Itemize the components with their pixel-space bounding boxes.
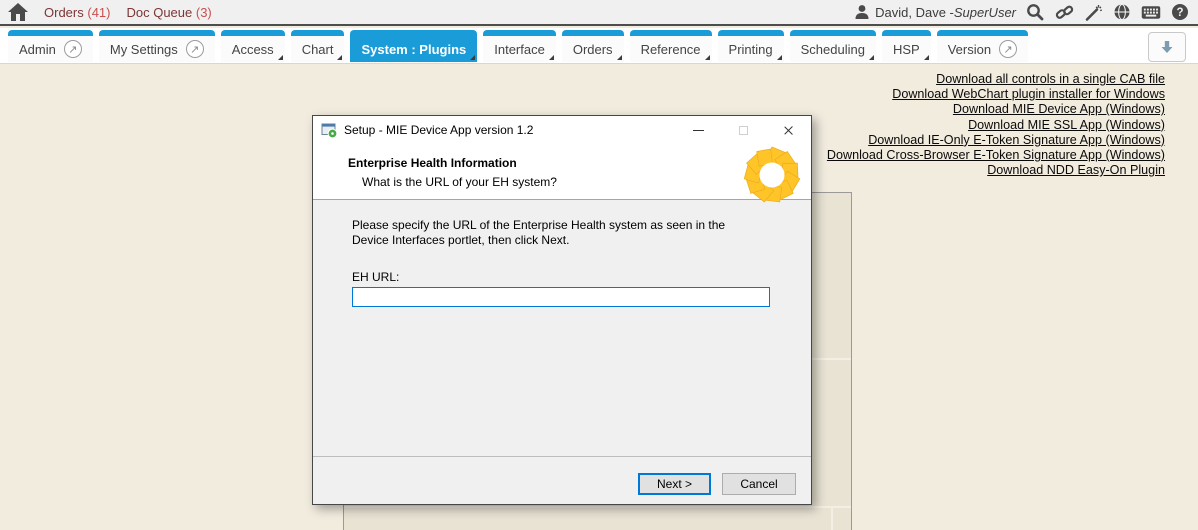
installer-icon (321, 122, 338, 139)
nav-doc-queue[interactable]: Doc Queue (3) (126, 5, 211, 20)
download-link[interactable]: Download MIE SSL App (Windows) (827, 118, 1165, 133)
tab-label: Orders (573, 42, 613, 57)
tab-label: Printing (729, 42, 773, 57)
dropdown-caret-icon (617, 55, 622, 60)
tab-admin[interactable]: Admin (8, 30, 93, 62)
open-new-window-icon (999, 40, 1017, 58)
dropdown-caret-icon (470, 55, 475, 60)
download-link[interactable]: Download WebChart plugin installer for W… (827, 87, 1165, 102)
page: Orders (41) Doc Queue (3) David, Dave - … (0, 0, 1198, 530)
search-icon[interactable] (1025, 2, 1045, 22)
tab-label: Interface (494, 42, 545, 57)
user-icon (854, 4, 870, 20)
portlet-divider (344, 506, 851, 508)
tab-label: Version (948, 42, 991, 57)
download-link[interactable]: Download NDD Easy-On Plugin (827, 163, 1165, 178)
tab-label: Scheduling (801, 42, 865, 57)
svg-text:?: ? (1176, 7, 1183, 19)
tab-hsp[interactable]: HSP (882, 30, 931, 62)
tab-access[interactable]: Access (221, 30, 285, 62)
dropdown-caret-icon (777, 55, 782, 60)
down-arrow-icon (1159, 39, 1175, 55)
top-bar-right: David, Dave - SuperUser (854, 0, 1190, 24)
nav-orders-label: Orders (44, 5, 84, 20)
tab-label: System : Plugins (361, 42, 466, 57)
portlet-divider (831, 508, 833, 530)
window-controls (676, 116, 811, 144)
download-links: Download all controls in a single CAB fi… (827, 72, 1165, 178)
minimize-icon (693, 130, 704, 131)
top-bar: Orders (41) Doc Queue (3) David, Dave - … (0, 0, 1198, 26)
setup-dialog: Setup - MIE Device App version 1.2 Enter… (312, 115, 812, 505)
tab-printing[interactable]: Printing (718, 30, 784, 62)
download-panel-button[interactable] (1148, 32, 1186, 62)
tab-scheduling[interactable]: Scheduling (790, 30, 876, 62)
download-link[interactable]: Download MIE Device App (Windows) (827, 102, 1165, 117)
dropdown-caret-icon (337, 55, 342, 60)
download-link[interactable]: Download all controls in a single CAB fi… (827, 72, 1165, 87)
download-link[interactable]: Download Cross-Browser E-Token Signature… (827, 148, 1165, 163)
cancel-button[interactable]: Cancel (722, 473, 796, 495)
dialog-body: Please specify the URL of the Enterprise… (313, 200, 811, 456)
help-icon[interactable]: ? (1170, 2, 1190, 22)
tab-chart[interactable]: Chart (291, 30, 345, 62)
dropdown-caret-icon (869, 55, 874, 60)
dropdown-caret-icon (549, 55, 554, 60)
nav-orders-count: (41) (87, 5, 110, 20)
dropdown-caret-icon (924, 55, 929, 60)
dialog-title: Setup - MIE Device App version 1.2 (344, 123, 533, 137)
user-role: SuperUser (954, 5, 1016, 20)
close-icon (783, 125, 794, 136)
wand-icon[interactable] (1083, 2, 1103, 22)
eh-url-label: EH URL: (352, 270, 811, 284)
minimize-button[interactable] (676, 116, 721, 144)
tab-label: My Settings (110, 42, 178, 57)
nav-orders[interactable]: Orders (41) (44, 5, 110, 20)
tab-label: Access (232, 42, 274, 57)
tab-orders[interactable]: Orders (562, 30, 624, 62)
home-icon[interactable] (8, 3, 28, 21)
user-menu[interactable]: David, Dave - SuperUser (854, 4, 1016, 20)
tab-reference[interactable]: Reference (630, 30, 712, 62)
tab-label: Chart (302, 42, 334, 57)
download-link[interactable]: Download IE-Only E-Token Signature App (… (827, 133, 1165, 148)
tab-version[interactable]: Version (937, 30, 1028, 62)
dropdown-caret-icon (705, 55, 710, 60)
next-button[interactable]: Next > (638, 473, 711, 495)
maximize-button[interactable] (721, 116, 766, 144)
keyboard-icon[interactable] (1141, 2, 1161, 22)
nav-doc-queue-label: Doc Queue (126, 5, 192, 20)
link-icon[interactable] (1054, 2, 1074, 22)
dropdown-caret-icon (278, 55, 283, 60)
open-new-window-icon (186, 40, 204, 58)
maximize-icon (739, 126, 748, 135)
eh-url-input[interactable] (352, 287, 770, 307)
nav-doc-queue-count: (3) (196, 5, 212, 20)
globe-icon[interactable] (1112, 2, 1132, 22)
tab-label: Reference (641, 42, 701, 57)
enterprise-health-logo (736, 143, 808, 207)
tab-interface[interactable]: Interface (483, 30, 556, 62)
open-new-window-icon (64, 40, 82, 58)
user-name: David, Dave - (875, 5, 954, 20)
tab-my-settings[interactable]: My Settings (99, 30, 215, 62)
dialog-header: Enterprise Health Information What is th… (313, 144, 811, 200)
dialog-footer: Next > Cancel (313, 456, 811, 504)
tab-label: HSP (893, 42, 920, 57)
tab-label: Admin (19, 42, 56, 57)
tab-system-plugins[interactable]: System : Plugins (350, 30, 477, 62)
dialog-title-bar: Setup - MIE Device App version 1.2 (313, 116, 811, 144)
close-button[interactable] (766, 116, 811, 144)
dialog-instructions: Please specify the URL of the Enterprise… (352, 218, 750, 248)
tab-strip: Admin My Settings Access Chart System : … (0, 28, 1198, 64)
